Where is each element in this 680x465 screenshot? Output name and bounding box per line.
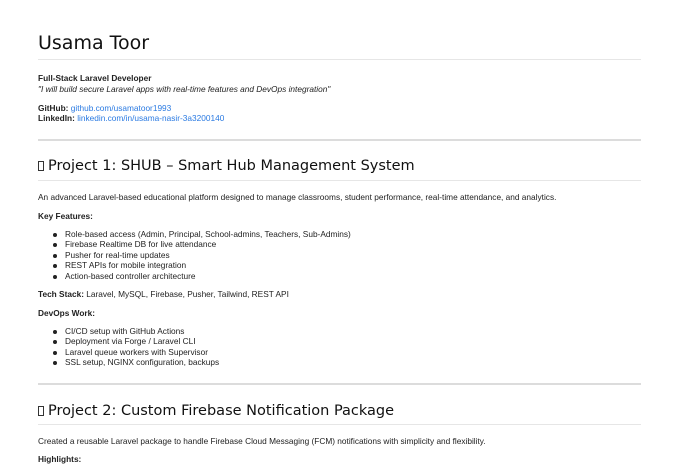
project1-heading: Project 1: SHUB – Smart Hub Management S… <box>38 157 415 175</box>
project2-title: Project 2: Custom Firebase Notification … <box>48 403 395 419</box>
features-list: Role-based access (Admin, Principal, Sch… <box>53 229 351 281</box>
page-title: Usama Toor <box>38 32 150 54</box>
github-label: GitHub: <box>38 103 69 113</box>
features-label: Key Features: <box>38 211 93 221</box>
linkedin-link[interactable]: linkedin.com/in/usama-nasir-3a3200140 <box>77 113 224 123</box>
tech-stack-row: Tech Stack: Laravel, MySQL, Firebase, Pu… <box>38 289 289 300</box>
tech-stack-value: Laravel, MySQL, Firebase, Pusher, Tailwi… <box>86 289 289 299</box>
list-item: Action-based controller architecture <box>53 271 351 281</box>
section-divider <box>38 139 641 141</box>
list-item: Role-based access (Admin, Principal, Sch… <box>53 229 351 239</box>
list-item: Laravel queue workers with Supervisor <box>52 347 219 357</box>
project2-description: Created a reusable Laravel package to ha… <box>38 436 486 446</box>
list-item: SSL setup, NGINX configuration, backups <box>52 357 220 368</box>
project1-description: An advanced Laravel-based educational pl… <box>38 192 557 202</box>
project1-title: Project 1: SHUB – Smart Hub Management S… <box>48 158 415 174</box>
linkedin-row: LinkedIn: linkedin.com/in/usama-nasir-3a… <box>38 113 224 124</box>
missing-glyph-icon <box>38 406 44 416</box>
list-item: Firebase Realtime DB for live attendance <box>53 239 351 249</box>
linkedin-label: LinkedIn: <box>38 113 75 123</box>
tagline-text: "I will build secure Laravel apps with r… <box>38 84 331 94</box>
project2-title-divider <box>38 424 641 425</box>
list-item: REST APIs for mobile integration <box>53 260 351 270</box>
list-item: Deployment via Forge / Laravel CLI <box>52 336 219 346</box>
project2-heading: Project 2: Custom Firebase Notification … <box>38 402 394 420</box>
section-divider <box>38 383 641 385</box>
list-item: Pusher for real-time updates <box>53 250 351 260</box>
missing-glyph-icon <box>38 161 44 171</box>
list-item: CI/CD setup with GitHub Actions <box>52 326 219 336</box>
title-divider <box>38 59 641 60</box>
github-link[interactable]: github.com/usamatoor1993 <box>71 103 172 113</box>
github-row: GitHub: github.com/usamatoor1993 <box>38 103 171 114</box>
role-text: Full-Stack Laravel Developer <box>38 73 152 83</box>
project1-title-divider <box>38 180 641 181</box>
devops-list: CI/CD setup with GitHub Actions Deployme… <box>52 326 220 368</box>
devops-label: DevOps Work: <box>38 308 96 318</box>
highlights-label: Highlights: <box>38 454 82 464</box>
tech-stack-label: Tech Stack: <box>38 289 84 299</box>
